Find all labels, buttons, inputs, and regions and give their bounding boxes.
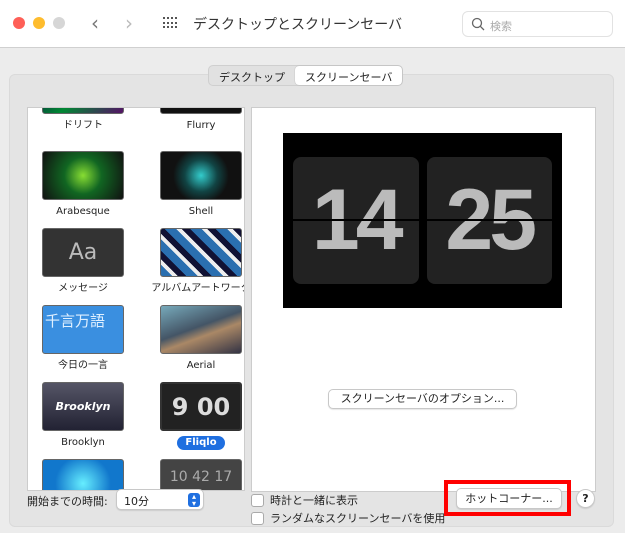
minutes-card: 25 xyxy=(426,157,552,284)
start-after-select[interactable]: 10分 ▴ ▾ xyxy=(116,489,204,510)
search-icon xyxy=(471,17,485,31)
window-title: デスクトップとスクリーンセーバ xyxy=(193,17,403,33)
zoom-button[interactable] xyxy=(53,17,65,29)
saver-aerial[interactable]: Aerial xyxy=(146,305,244,373)
saver-arabesque[interactable]: Arabesque xyxy=(28,151,138,219)
highlight-box xyxy=(444,480,571,516)
fliqlo-preview: 14 25 xyxy=(283,133,562,308)
tab-desktop[interactable]: デスクトップ xyxy=(209,66,295,85)
saver-message[interactable]: Aa メッセージ xyxy=(28,228,138,296)
minimize-button[interactable] xyxy=(33,17,45,29)
screensaver-options-button[interactable]: スクリーンセーバのオプション... xyxy=(328,389,517,409)
show-with-clock-checkbox[interactable]: 時計と一緒に表示 xyxy=(251,492,358,508)
show-all-icon[interactable] xyxy=(163,17,177,29)
random-screensaver-checkbox[interactable]: ランダムなスクリーンセーバを使用 xyxy=(251,510,445,526)
saver-album-artwork[interactable]: アルバムアートワーク xyxy=(146,228,244,296)
hours-card: 14 xyxy=(293,157,419,284)
saver-drift[interactable]: ドリフト xyxy=(28,108,138,133)
back-icon[interactable]: ‹ xyxy=(91,11,99,35)
tab-bar: デスクトップ スクリーンセーバ xyxy=(208,65,404,86)
saver-item[interactable] xyxy=(28,459,138,490)
preview-pane: 14 25 スクリーンセーバのオプション... xyxy=(251,107,596,492)
close-button[interactable] xyxy=(13,17,25,29)
saver-word-of-day[interactable]: 千言万語 今日の一言 xyxy=(28,305,138,373)
stepper-icon: ▴ ▾ xyxy=(188,493,200,508)
help-button[interactable]: ? xyxy=(576,489,595,508)
saver-brooklyn[interactable]: Brooklyn Brooklyn xyxy=(28,382,138,450)
saver-shell[interactable]: Shell xyxy=(146,151,244,219)
tab-screensaver[interactable]: スクリーンセーバ xyxy=(295,66,403,85)
search-input[interactable]: 検索 xyxy=(462,11,613,37)
saver-clock[interactable]: 10 42 17 xyxy=(146,459,244,490)
saver-fliqlo[interactable]: 9 00 Fliqlo xyxy=(146,382,244,450)
saver-flurry[interactable]: Flurry xyxy=(146,108,244,133)
screensaver-list[interactable]: ドリフト Flurry Arabesque Shell Aa メッセージ アルバム… xyxy=(27,107,245,491)
forward-icon[interactable]: › xyxy=(125,11,133,35)
start-after-label: 開始までの時間: xyxy=(27,495,108,508)
title-bar: ‹ › デスクトップとスクリーンセーバ 検索 xyxy=(0,0,625,48)
